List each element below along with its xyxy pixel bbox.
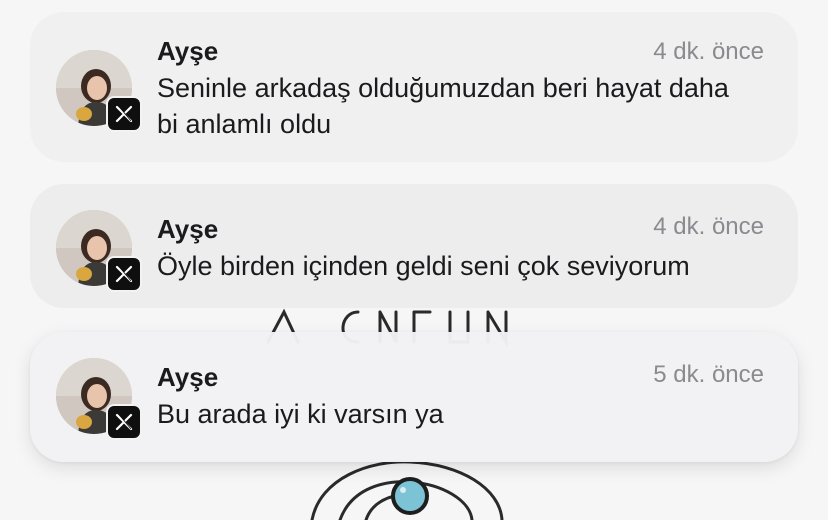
message-text: Öyle birden içinden geldi seni çok seviy… xyxy=(157,251,690,281)
x-logo-icon xyxy=(106,256,142,292)
x-logo-icon xyxy=(106,96,142,132)
x-logo-icon xyxy=(106,404,142,440)
sender-name: Ayşe xyxy=(157,214,219,244)
message-text: Bu arada iyi ki varsın ya xyxy=(157,399,444,429)
timestamp: 4 dk. önce xyxy=(653,213,764,240)
timestamp: 4 dk. önce xyxy=(653,38,764,65)
notification-card[interactable]: Ayşe 4 dk. önce Öyle birden içinden geld… xyxy=(30,184,798,308)
timestamp: 5 dk. önce xyxy=(653,361,764,388)
sender-name: Ayşe xyxy=(157,36,219,66)
notification-card[interactable]: Ayşe 4 dk. önce Seninle arkadaş olduğumu… xyxy=(30,12,798,162)
notification-card[interactable]: Ayşe 5 dk. önce Bu arada iyi ki varsın y… xyxy=(30,332,798,462)
sender-name: Ayşe xyxy=(157,362,219,392)
message-text: Seninle arkadaş olduğumuzdan beri hayat … xyxy=(157,73,729,139)
